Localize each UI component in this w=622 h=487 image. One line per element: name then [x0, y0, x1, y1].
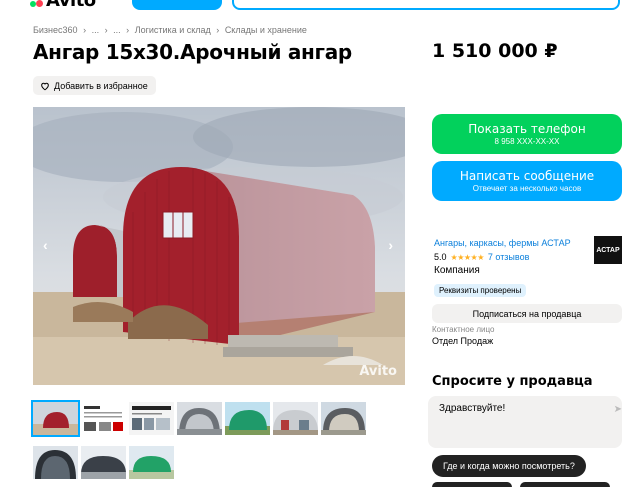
thumbnail[interactable]: [225, 402, 270, 435]
seller-logo[interactable]: АСТАР: [594, 236, 622, 264]
thumbnail[interactable]: [81, 402, 126, 435]
all-categories-button[interactable]: [132, 0, 222, 10]
thumbnail[interactable]: [31, 400, 80, 437]
subscribe-button[interactable]: Подписаться на продавца: [432, 304, 622, 323]
quick-question-chip[interactable]: Где и когда можно посмотреть?: [432, 455, 586, 477]
prev-photo-arrow[interactable]: ‹: [43, 237, 48, 253]
thumbnail[interactable]: [33, 446, 78, 479]
main-photo[interactable]: ‹ › Avito: [33, 107, 405, 385]
breadcrumb-item[interactable]: Склады и хранение: [225, 25, 307, 35]
logo-text: Avito: [46, 0, 96, 11]
quick-question-chip[interactable]: [432, 482, 512, 487]
breadcrumb-item[interactable]: Логистика и склад: [135, 25, 211, 35]
response-time: Отвечает за несколько часов: [472, 184, 582, 193]
seller-rating: 5.0 ★★★★★ 7 отзывов: [434, 252, 529, 262]
logo-dots-icon: [30, 0, 44, 8]
breadcrumb-separator: ›: [126, 25, 130, 35]
write-message-button[interactable]: Написать сообщение Отвечает за несколько…: [432, 161, 622, 201]
breadcrumb-item[interactable]: ...: [92, 25, 100, 35]
breadcrumb-separator: ›: [104, 25, 108, 35]
heart-icon: [41, 82, 49, 90]
seller-name-link[interactable]: Ангары, каркасы, фермы АСТАР: [434, 238, 571, 248]
photo-watermark: Avito: [359, 364, 397, 379]
message-input[interactable]: Здравствуйте! ➤: [428, 396, 622, 448]
rating-value: 5.0: [434, 252, 447, 262]
thumbnail[interactable]: [129, 402, 174, 435]
contact-person-name: Отдел Продаж: [432, 336, 494, 346]
phone-masked: 8 958 XXX-XX-XX: [494, 137, 560, 146]
thumbnail[interactable]: [129, 446, 174, 479]
quick-question-chip[interactable]: [520, 482, 610, 487]
star-rating-icon: ★★★★★: [450, 252, 485, 262]
breadcrumb-separator: ›: [83, 25, 87, 35]
verified-badge[interactable]: Реквизиты проверены: [434, 284, 527, 297]
breadcrumb-separator: ›: [216, 25, 220, 35]
hangar-photo: [33, 107, 405, 385]
thumbnail[interactable]: [81, 446, 126, 479]
top-bar: Avito: [0, 0, 622, 14]
contact-person-label: Контактное лицо: [432, 325, 495, 334]
thumbnail[interactable]: [177, 402, 222, 435]
thumbnail[interactable]: [321, 402, 366, 435]
next-photo-arrow[interactable]: ›: [388, 237, 393, 253]
breadcrumb-item[interactable]: Бизнес360: [33, 25, 78, 35]
thumbnail[interactable]: [273, 402, 318, 435]
add-to-favorites-button[interactable]: Добавить в избранное: [33, 76, 156, 95]
avito-logo[interactable]: Avito: [30, 0, 96, 11]
listing-title: Ангар 15x30.Арочный ангар: [33, 40, 352, 64]
write-message-label: Написать сообщение: [459, 169, 595, 183]
send-icon[interactable]: ➤: [614, 404, 622, 415]
reviews-link[interactable]: 7 отзывов: [488, 252, 530, 262]
favorite-label: Добавить в избранное: [54, 80, 148, 91]
show-phone-label: Показать телефон: [468, 122, 586, 136]
search-input[interactable]: [232, 0, 620, 10]
ask-seller-title: Спросите у продавца: [432, 374, 593, 389]
breadcrumb-item[interactable]: ...: [113, 25, 121, 35]
breadcrumb: Бизнес360 › ... › ... › Логистика и скла…: [33, 25, 310, 35]
listing-price: 1 510 000 ₽: [432, 40, 558, 62]
seller-type: Компания: [434, 265, 480, 276]
message-text: Здравствуйте!: [439, 403, 506, 414]
show-phone-button[interactable]: Показать телефон 8 958 XXX-XX-XX: [432, 114, 622, 154]
